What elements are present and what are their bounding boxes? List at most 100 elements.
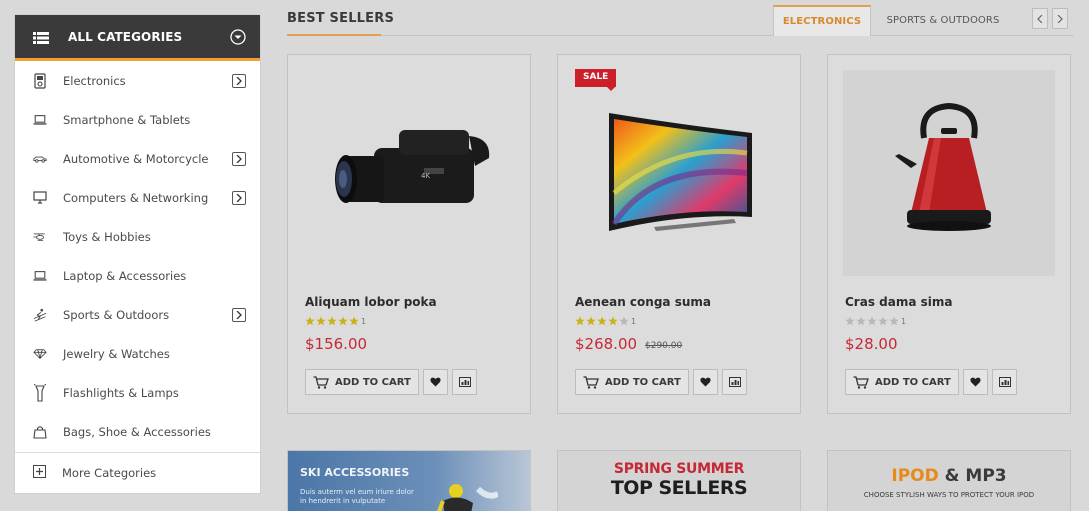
review-count: 1 — [631, 316, 637, 326]
car-icon — [33, 151, 47, 167]
tab-electronics[interactable]: ELECTRONICS — [773, 5, 871, 36]
section-title: BEST SELLERS — [287, 11, 395, 26]
chevron-right-icon[interactable] — [232, 151, 246, 166]
category-label: Bags, Shoe & Accessories — [63, 424, 211, 439]
categories-header[interactable]: ALL CATEGORIES — [15, 15, 260, 61]
category-label: Toys & Hobbies — [63, 229, 151, 244]
compare-icon — [728, 377, 741, 387]
add-to-cart-label: ADD TO CART — [875, 376, 951, 388]
banner-title: SKI ACCESSORIES — [300, 466, 410, 479]
add-to-cart-button[interactable]: ADD TO CART — [575, 369, 689, 395]
banner-subtitle: CHOOSE STYLISH WAYS TO PROTECT YOUR IPOD — [863, 491, 1035, 499]
product-name[interactable]: Aliquam lobor poka — [305, 295, 437, 309]
cart-icon — [853, 375, 869, 389]
section-title-underline — [287, 34, 381, 36]
star-icon — [316, 316, 326, 326]
compare-button[interactable] — [452, 369, 477, 395]
star-icon — [586, 316, 596, 326]
camcorder-image[interactable]: 4K — [303, 70, 515, 276]
product-actions: ADD TO CART — [575, 369, 747, 395]
heart-icon — [700, 377, 711, 387]
product-price: $156.00 — [305, 335, 368, 353]
product-name[interactable]: Cras dama sima — [845, 295, 952, 309]
monitor-icon — [33, 190, 47, 206]
cart-icon — [583, 375, 599, 389]
category-label: Sports & Outdoors — [63, 307, 170, 322]
product-card[interactable]: Cras dama sima 1 $28.00 ADD TO CART — [827, 54, 1071, 414]
category-item-smartphone-tablets[interactable]: Smartphone & Tablets — [15, 100, 260, 139]
ski-icon — [33, 307, 47, 323]
category-item-electronics[interactable]: Electronics — [15, 61, 260, 100]
product-price: $268.00 — [575, 335, 638, 353]
product-name[interactable]: Aenean conga suma — [575, 295, 711, 309]
star-icon — [327, 316, 337, 326]
chevron-right-icon[interactable] — [232, 190, 246, 205]
chevron-right-icon[interactable] — [232, 73, 246, 88]
product-price: $28.00 — [845, 335, 898, 353]
skier-image — [437, 484, 498, 511]
sale-badge: SALE — [575, 69, 617, 91]
list-icon — [33, 30, 49, 44]
star-icon — [597, 316, 607, 326]
category-label: Jewelry & Watches — [63, 346, 170, 361]
star-icon — [878, 316, 888, 326]
category-label: Smartphone & Tablets — [63, 112, 191, 127]
product-card[interactable]: 4K Aliquam lobor poka 1 $156.00 ADD TO C… — [287, 54, 531, 414]
review-count: 1 — [901, 316, 907, 326]
category-item-laptop-accessories[interactable]: Laptop & Accessories — [15, 256, 260, 295]
category-item-computers-networking[interactable]: Computers & Networking — [15, 178, 260, 217]
curved-tv-image[interactable] — [573, 70, 785, 276]
category-label: Electronics — [63, 73, 126, 88]
rating-stars: 1 — [845, 316, 906, 326]
category-item-jewelry-watches[interactable]: Jewelry & Watches — [15, 334, 260, 373]
compare-button[interactable] — [992, 369, 1017, 395]
star-icon — [608, 316, 618, 326]
banner-text: Duis auterm vel eum iriure dolor in hend… — [300, 488, 414, 505]
tab-sports-outdoors[interactable]: SPORTS & OUTDOORS — [873, 5, 1013, 36]
kettle-image[interactable] — [843, 70, 1055, 276]
add-to-cart-button[interactable]: ADD TO CART — [305, 369, 419, 395]
chevron-right-icon[interactable] — [232, 307, 246, 322]
add-to-cart-button[interactable]: ADD TO CART — [845, 369, 959, 395]
product-actions: ADD TO CART — [305, 369, 477, 395]
wishlist-button[interactable] — [693, 369, 718, 395]
star-icon — [619, 316, 629, 326]
wishlist-button[interactable] — [963, 369, 988, 395]
laptop-icon — [33, 112, 47, 128]
wishlist-button[interactable] — [423, 369, 448, 395]
category-item-sports-outdoors[interactable]: Sports & Outdoors — [15, 295, 260, 334]
ipod-icon — [33, 72, 47, 89]
banner-title-rest: & MP3 — [938, 466, 1007, 486]
more-categories-label: More Categories — [62, 465, 157, 480]
category-label: Flashlights & Lamps — [63, 385, 179, 400]
plus-square-icon — [33, 463, 46, 482]
carousel-next-button[interactable] — [1052, 8, 1068, 29]
spring-summer-banner[interactable]: SPRING SUMMER TOP SELLERS — [557, 450, 801, 511]
compare-icon — [998, 377, 1011, 387]
heart-icon — [970, 377, 981, 387]
more-categories-link[interactable]: More Categories — [15, 452, 260, 492]
category-list: Electronics Smartphone & Tablets Automot… — [15, 61, 260, 451]
category-item-automotive-motorcycle[interactable]: Automotive & Motorcycle — [15, 139, 260, 178]
flashlight-icon — [33, 383, 47, 402]
laptop-icon — [33, 268, 47, 284]
compare-button[interactable] — [722, 369, 747, 395]
category-item-bags-shoe-accessories[interactable]: Bags, Shoe & Accessories — [15, 412, 260, 451]
category-item-flashlights-lamps[interactable]: Flashlights & Lamps — [15, 373, 260, 412]
carousel-prev-button[interactable] — [1032, 8, 1048, 29]
product-old-price: $290.00 — [645, 341, 683, 351]
banner-title-highlight: IPOD — [891, 466, 939, 486]
bag-icon — [33, 424, 47, 440]
ipod-mp3-banner[interactable]: IPOD & MP3 CHOOSE STYLISH WAYS TO PROTEC… — [827, 450, 1071, 511]
star-icon — [889, 316, 899, 326]
helicopter-icon — [33, 229, 47, 245]
ski-accessories-banner[interactable]: SKI ACCESSORIES Duis auterm vel eum iriu… — [287, 450, 531, 511]
star-icon — [305, 316, 315, 326]
chevron-right-icon — [1057, 14, 1063, 23]
category-sidebar: ALL CATEGORIES Electronics Smartphone & … — [15, 15, 260, 493]
chevron-down-circle-icon[interactable] — [230, 28, 246, 45]
star-icon — [856, 316, 866, 326]
product-card[interactable]: SALE Aenean conga suma 1 $268.00 $290.00… — [557, 54, 801, 414]
category-item-toys-hobbies[interactable]: Toys & Hobbies — [15, 217, 260, 256]
banner-title: SPRING SUMMER — [613, 461, 745, 477]
